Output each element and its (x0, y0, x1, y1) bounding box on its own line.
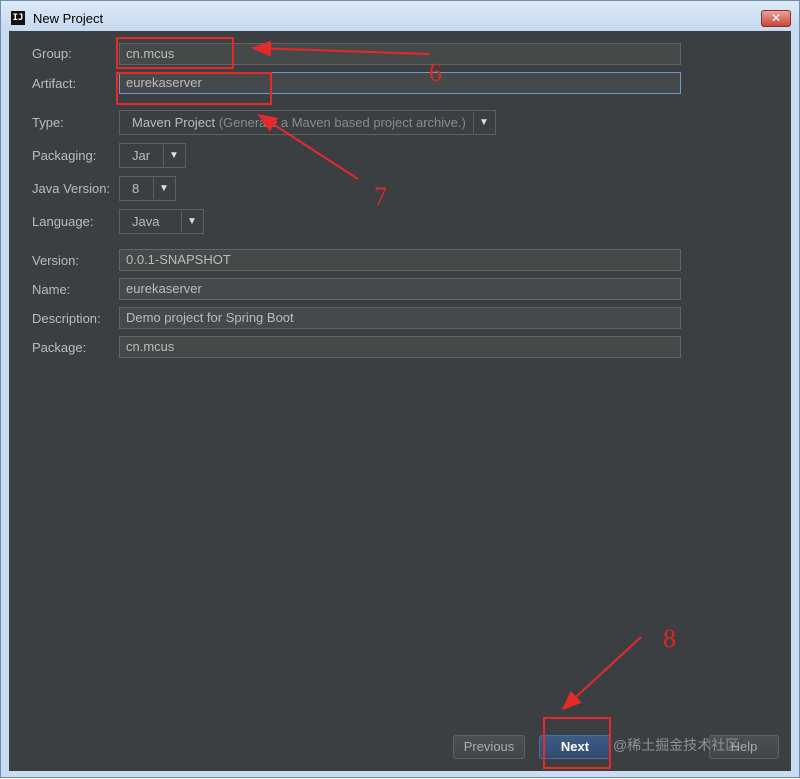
packaging-value: Jar (132, 148, 151, 163)
type-hint: (Generate a Maven based project archive.… (218, 115, 466, 130)
dialog-content: Group: cn.mcus Artifact: eurekaserver Ty… (9, 31, 791, 771)
title-bar: IJ New Project ✕ (1, 1, 799, 31)
language-dropdown-icon[interactable]: ▼ (181, 211, 202, 232)
language-value: Java (132, 214, 160, 229)
language-select[interactable]: Java ▼ (119, 209, 204, 234)
group-label: Group: (32, 46, 72, 61)
annotation-step-7: 7 (374, 182, 387, 211)
artifact-label: Artifact: (32, 76, 77, 91)
language-label: Language: (32, 214, 94, 229)
intellij-app-icon: IJ (11, 11, 25, 25)
name-label: Name: (32, 282, 71, 297)
previous-button[interactable]: Previous (453, 735, 525, 759)
version-label: Version: (32, 253, 79, 268)
annotation-step-8: 8 (663, 624, 676, 653)
version-field[interactable]: 0.0.1-SNAPSHOT (119, 249, 681, 271)
packaging-dropdown-icon[interactable]: ▼ (163, 145, 184, 166)
package-field[interactable]: cn.mcus (119, 336, 681, 358)
new-project-window: IJ New Project ✕ Group: cn.mcus Artifact… (0, 0, 800, 778)
java-version-dropdown-icon[interactable]: ▼ (153, 178, 174, 199)
packaging-label: Packaging: (32, 148, 97, 163)
annotation-step-6: 6 (429, 58, 442, 87)
description-label: Description: (32, 311, 101, 326)
type-select[interactable]: Maven Project (Generate a Maven based pr… (119, 110, 496, 135)
watermark: @稀土掘金技术社区 (613, 737, 740, 753)
java-version-label: Java Version: (32, 181, 111, 196)
name-field[interactable]: eurekaserver (119, 278, 681, 300)
java-version-select[interactable]: 8 ▼ (119, 176, 176, 201)
package-label: Package: (32, 340, 87, 355)
group-highlight-box (116, 37, 234, 69)
window-title: New Project (33, 11, 104, 26)
packaging-select[interactable]: Jar ▼ (119, 143, 186, 168)
type-label: Type: (32, 115, 64, 130)
next-highlight-box (543, 717, 611, 769)
type-value: Maven Project (132, 115, 216, 130)
artifact-highlight-box (116, 72, 272, 105)
type-dropdown-icon[interactable]: ▼ (473, 112, 494, 133)
java-version-value: 8 (132, 181, 140, 196)
close-button[interactable]: ✕ (761, 10, 791, 27)
description-field[interactable]: Demo project for Spring Boot (119, 307, 681, 329)
